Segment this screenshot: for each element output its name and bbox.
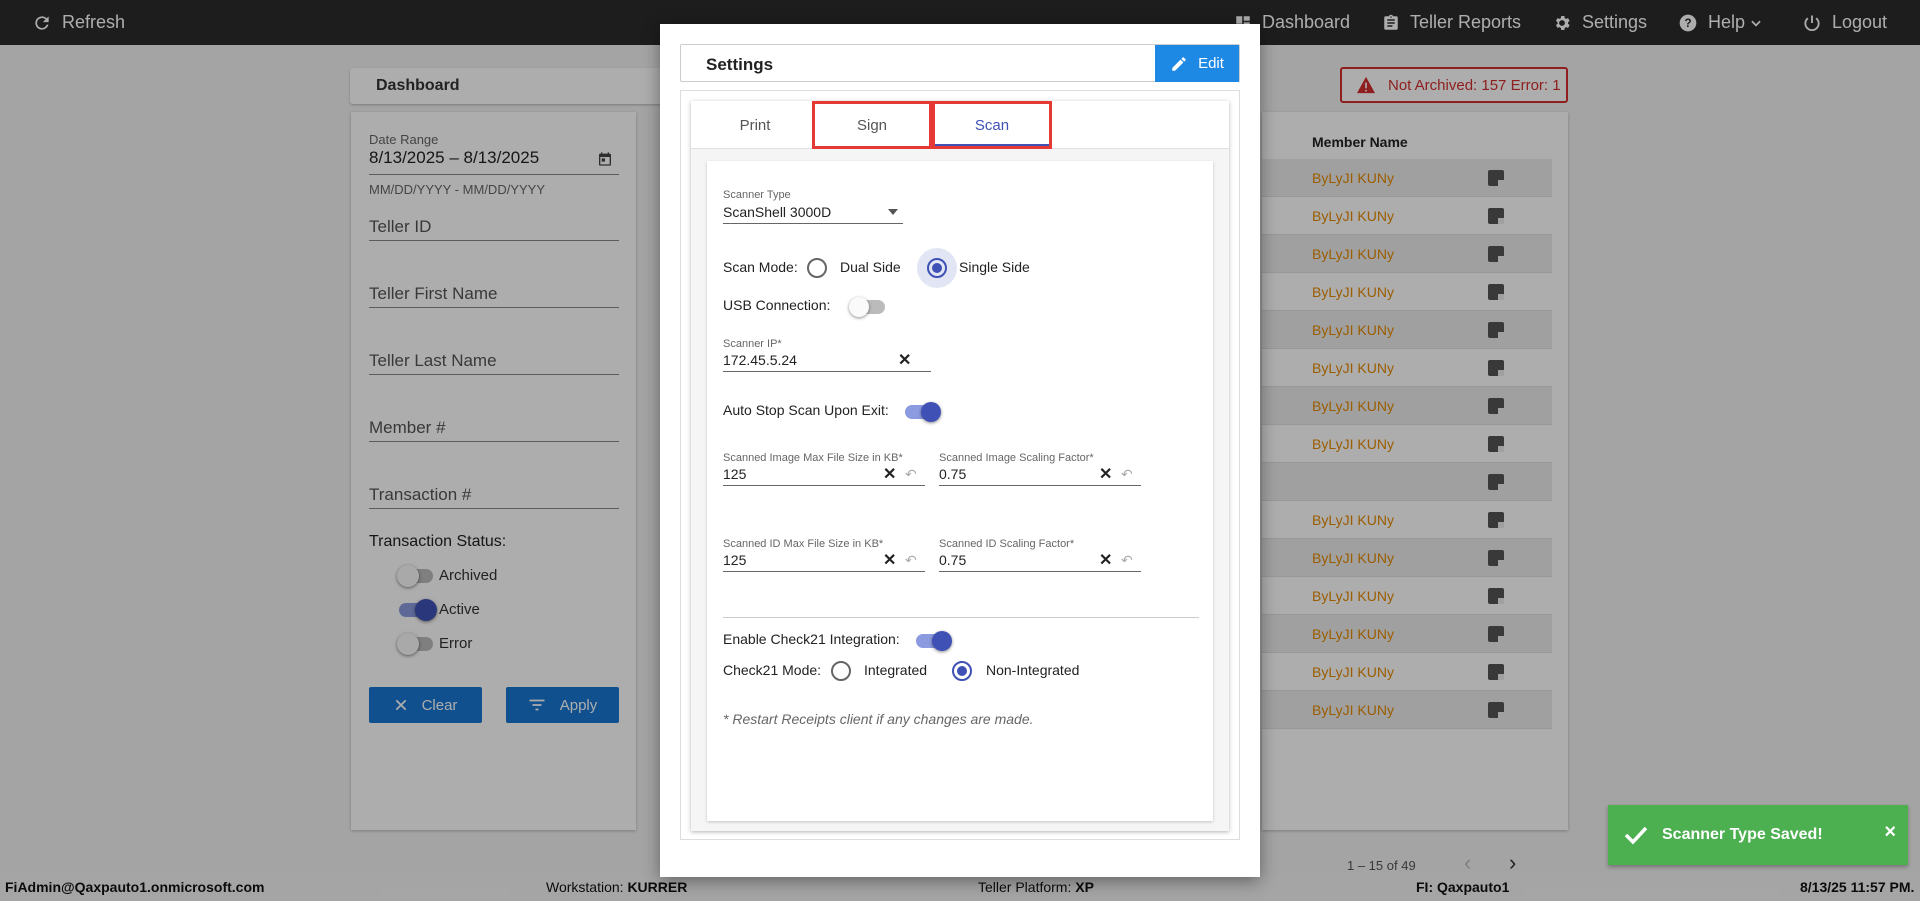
- non-integrated-label: Non-Integrated: [986, 662, 1080, 678]
- single-side-label: Single Side: [959, 259, 1030, 275]
- scan-settings-panel: Scanner Type ScanShell 3000D Scan Mode: …: [707, 161, 1213, 821]
- dual-side-radio[interactable]: [807, 258, 827, 278]
- id-max-size-label: Scanned ID Max File Size in KB*: [723, 538, 884, 550]
- success-toast: Scanner Type Saved! ×: [1608, 805, 1908, 865]
- image-max-size-input[interactable]: 125: [723, 466, 746, 482]
- id-max-size-underline: [723, 571, 925, 572]
- settings-content-frame: Print Sign Scan Scanner Type ScanShell 3…: [680, 90, 1240, 840]
- restart-note: * Restart Receipts client if any changes…: [723, 711, 1034, 727]
- toggle-knob: [849, 297, 869, 317]
- check21-mode-label: Check21 Mode:: [723, 662, 822, 678]
- integrated-radio[interactable]: [831, 661, 851, 681]
- check21-enable-toggle[interactable]: [916, 631, 952, 651]
- section-divider: [723, 617, 1199, 618]
- settings-tabs: Print Sign Scan: [691, 101, 1229, 149]
- dialog-header: Settings Edit: [680, 44, 1240, 82]
- checkmark-icon: [1624, 826, 1648, 845]
- active-tab-indicator: [935, 144, 1049, 146]
- scan-mode-label: Scan Mode:: [723, 259, 798, 275]
- clear-image-scaling-icon[interactable]: ✕: [1099, 467, 1112, 483]
- undo-id-max-size-icon[interactable]: ↶: [905, 553, 917, 567]
- clear-id-max-size-icon[interactable]: ✕: [883, 553, 896, 569]
- pencil-icon: [1172, 56, 1186, 71]
- dual-side-label: Dual Side: [840, 259, 901, 275]
- edit-button[interactable]: Edit: [1155, 45, 1239, 82]
- edit-label: Edit: [1198, 55, 1224, 72]
- scanner-type-select[interactable]: ScanShell 3000D: [723, 204, 831, 220]
- undo-image-scaling-icon[interactable]: ↶: [1121, 467, 1133, 481]
- settings-dialog: Settings Edit Print Sign Scan Scanner Ty…: [660, 24, 1260, 877]
- id-scaling-label: Scanned ID Scaling Factor*: [939, 538, 1075, 550]
- clear-image-max-size-icon[interactable]: ✕: [883, 467, 896, 483]
- image-max-size-underline: [723, 485, 925, 486]
- id-max-size-input[interactable]: 125: [723, 552, 746, 568]
- toast-close-button[interactable]: ×: [1884, 821, 1896, 844]
- image-max-size-label: Scanned Image Max File Size in KB*: [723, 452, 903, 464]
- toggle-knob: [932, 631, 952, 651]
- dropdown-arrow-icon[interactable]: [888, 209, 898, 215]
- dialog-title: Settings: [706, 55, 774, 74]
- scanner-ip-input[interactable]: 172.45.5.24: [723, 352, 797, 368]
- id-scaling-underline: [939, 571, 1141, 572]
- clear-id-scaling-icon[interactable]: ✕: [1099, 553, 1112, 569]
- toast-message: Scanner Type Saved!: [1662, 826, 1823, 843]
- single-side-radio[interactable]: [927, 258, 947, 278]
- tab-scan[interactable]: Scan: [932, 101, 1052, 149]
- settings-card: Print Sign Scan Scanner Type ScanShell 3…: [691, 101, 1229, 831]
- usb-connection-toggle[interactable]: [849, 297, 885, 317]
- image-scaling-label: Scanned Image Scaling Factor*: [939, 452, 1094, 464]
- tab-print[interactable]: Print: [713, 101, 797, 149]
- auto-stop-toggle[interactable]: [905, 402, 941, 422]
- auto-stop-label: Auto Stop Scan Upon Exit:: [723, 402, 889, 418]
- image-scaling-underline: [939, 485, 1141, 486]
- scanner-ip-underline: [723, 371, 931, 372]
- scanner-ip-label: Scanner IP*: [723, 338, 782, 350]
- scanner-type-underline: [723, 223, 903, 224]
- scanner-type-label: Scanner Type: [723, 189, 791, 201]
- undo-image-max-size-icon[interactable]: ↶: [905, 467, 917, 481]
- tab-sign[interactable]: Sign: [812, 101, 932, 149]
- tab-scan-label: Scan: [974, 116, 1010, 134]
- check21-enable-label: Enable Check21 Integration:: [723, 631, 900, 647]
- image-scaling-input[interactable]: 0.75: [939, 466, 966, 482]
- clear-ip-icon[interactable]: ✕: [898, 353, 911, 369]
- id-scaling-input[interactable]: 0.75: [939, 552, 966, 568]
- undo-id-scaling-icon[interactable]: ↶: [1121, 553, 1133, 567]
- usb-connection-label: USB Connection:: [723, 297, 831, 313]
- integrated-label: Integrated: [864, 662, 928, 678]
- non-integrated-radio[interactable]: [952, 661, 972, 681]
- toggle-knob: [921, 402, 941, 422]
